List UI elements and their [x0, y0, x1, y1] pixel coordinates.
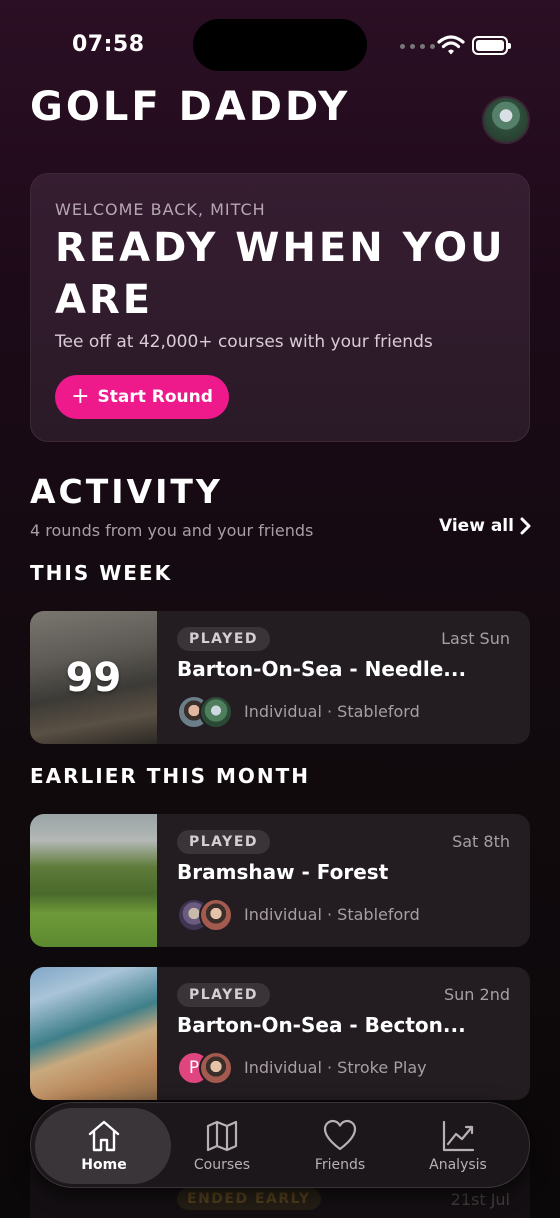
tab-bar: Home Courses Friends Analysis [30, 1102, 530, 1188]
wifi-icon [437, 35, 465, 55]
status-badge: PLAYED [177, 830, 270, 854]
avatar [199, 695, 233, 729]
hero-subtitle: Tee off at 42,000+ courses with your fri… [55, 332, 433, 352]
round-card[interactable]: PLAYED Sun 2nd Barton-On-Sea - Becton...… [30, 967, 530, 1100]
avatar [199, 1051, 233, 1085]
course-name: Bramshaw - Forest [177, 860, 389, 884]
tab-friends[interactable]: Friends [281, 1103, 399, 1189]
group-label-this-week: THIS WEEK [30, 561, 173, 585]
signal-icon [400, 44, 435, 49]
status-bar: 07:58 [0, 0, 560, 90]
round-card[interactable]: 99 PLAYED Last Sun Barton-On-Sea - Needl… [30, 611, 530, 744]
course-thumbnail [30, 967, 157, 1100]
hero-card: WELCOME BACK, MITCH READY WHEN YOU ARE T… [30, 173, 530, 442]
avatar [199, 898, 233, 932]
course-name: Barton-On-Sea - Becton... [177, 1013, 466, 1037]
start-round-label: Start Round [97, 387, 213, 407]
hero-headline: READY WHEN YOU ARE [55, 225, 506, 323]
plus-icon: + [71, 384, 90, 409]
start-round-button[interactable]: + Start Round [55, 375, 229, 419]
round-card[interactable]: PLAYED Sat 8th Bramshaw - Forest Individ… [30, 814, 530, 947]
round-date: Last Sun [441, 629, 510, 648]
round-date: 21st Jul [450, 1190, 510, 1209]
activity-subtitle: 4 rounds from you and your friends [30, 521, 314, 540]
status-time: 07:58 [72, 32, 145, 57]
tab-home[interactable]: Home [45, 1103, 163, 1189]
course-thumbnail [30, 814, 157, 947]
chart-icon [442, 1120, 475, 1152]
tab-courses[interactable]: Courses [163, 1103, 281, 1189]
round-meta: Individual · Stableford [244, 702, 420, 721]
round-meta: Individual · Stableford [244, 905, 420, 924]
group-label-earlier-this-month: EARLIER THIS MONTH [30, 764, 310, 788]
dynamic-island [193, 19, 367, 71]
map-icon [206, 1120, 238, 1152]
round-meta: Individual · Stroke Play [244, 1058, 427, 1077]
round-date: Sun 2nd [444, 985, 510, 1004]
heart-icon [323, 1119, 357, 1151]
round-date: Sat 8th [452, 832, 510, 851]
player-avatars: P [177, 1051, 237, 1085]
welcome-text: WELCOME BACK, MITCH [55, 200, 266, 219]
view-all-link[interactable]: View all [439, 516, 532, 536]
course-name: Barton-On-Sea - Needle... [177, 657, 467, 681]
chevron-right-icon [520, 517, 531, 535]
battery-icon [472, 36, 511, 55]
profile-avatar[interactable] [482, 96, 530, 144]
activity-title: ACTIVITY [30, 472, 223, 511]
tab-label: Analysis [429, 1157, 487, 1173]
status-badge: ENDED EARLY [177, 1188, 321, 1210]
player-avatars [177, 898, 237, 932]
tab-label: Home [81, 1157, 127, 1173]
status-badge: PLAYED [177, 627, 270, 651]
tab-analysis[interactable]: Analysis [399, 1103, 517, 1189]
app-title: GOLF DADDY [30, 84, 351, 130]
course-thumbnail: 99 [30, 611, 157, 744]
tab-label: Courses [193, 1157, 251, 1173]
player-avatars [177, 695, 237, 729]
status-badge: PLAYED [177, 983, 270, 1007]
home-icon [88, 1120, 120, 1152]
view-all-label: View all [439, 516, 514, 536]
round-score: 99 [65, 654, 122, 701]
tab-label: Friends [314, 1157, 366, 1173]
